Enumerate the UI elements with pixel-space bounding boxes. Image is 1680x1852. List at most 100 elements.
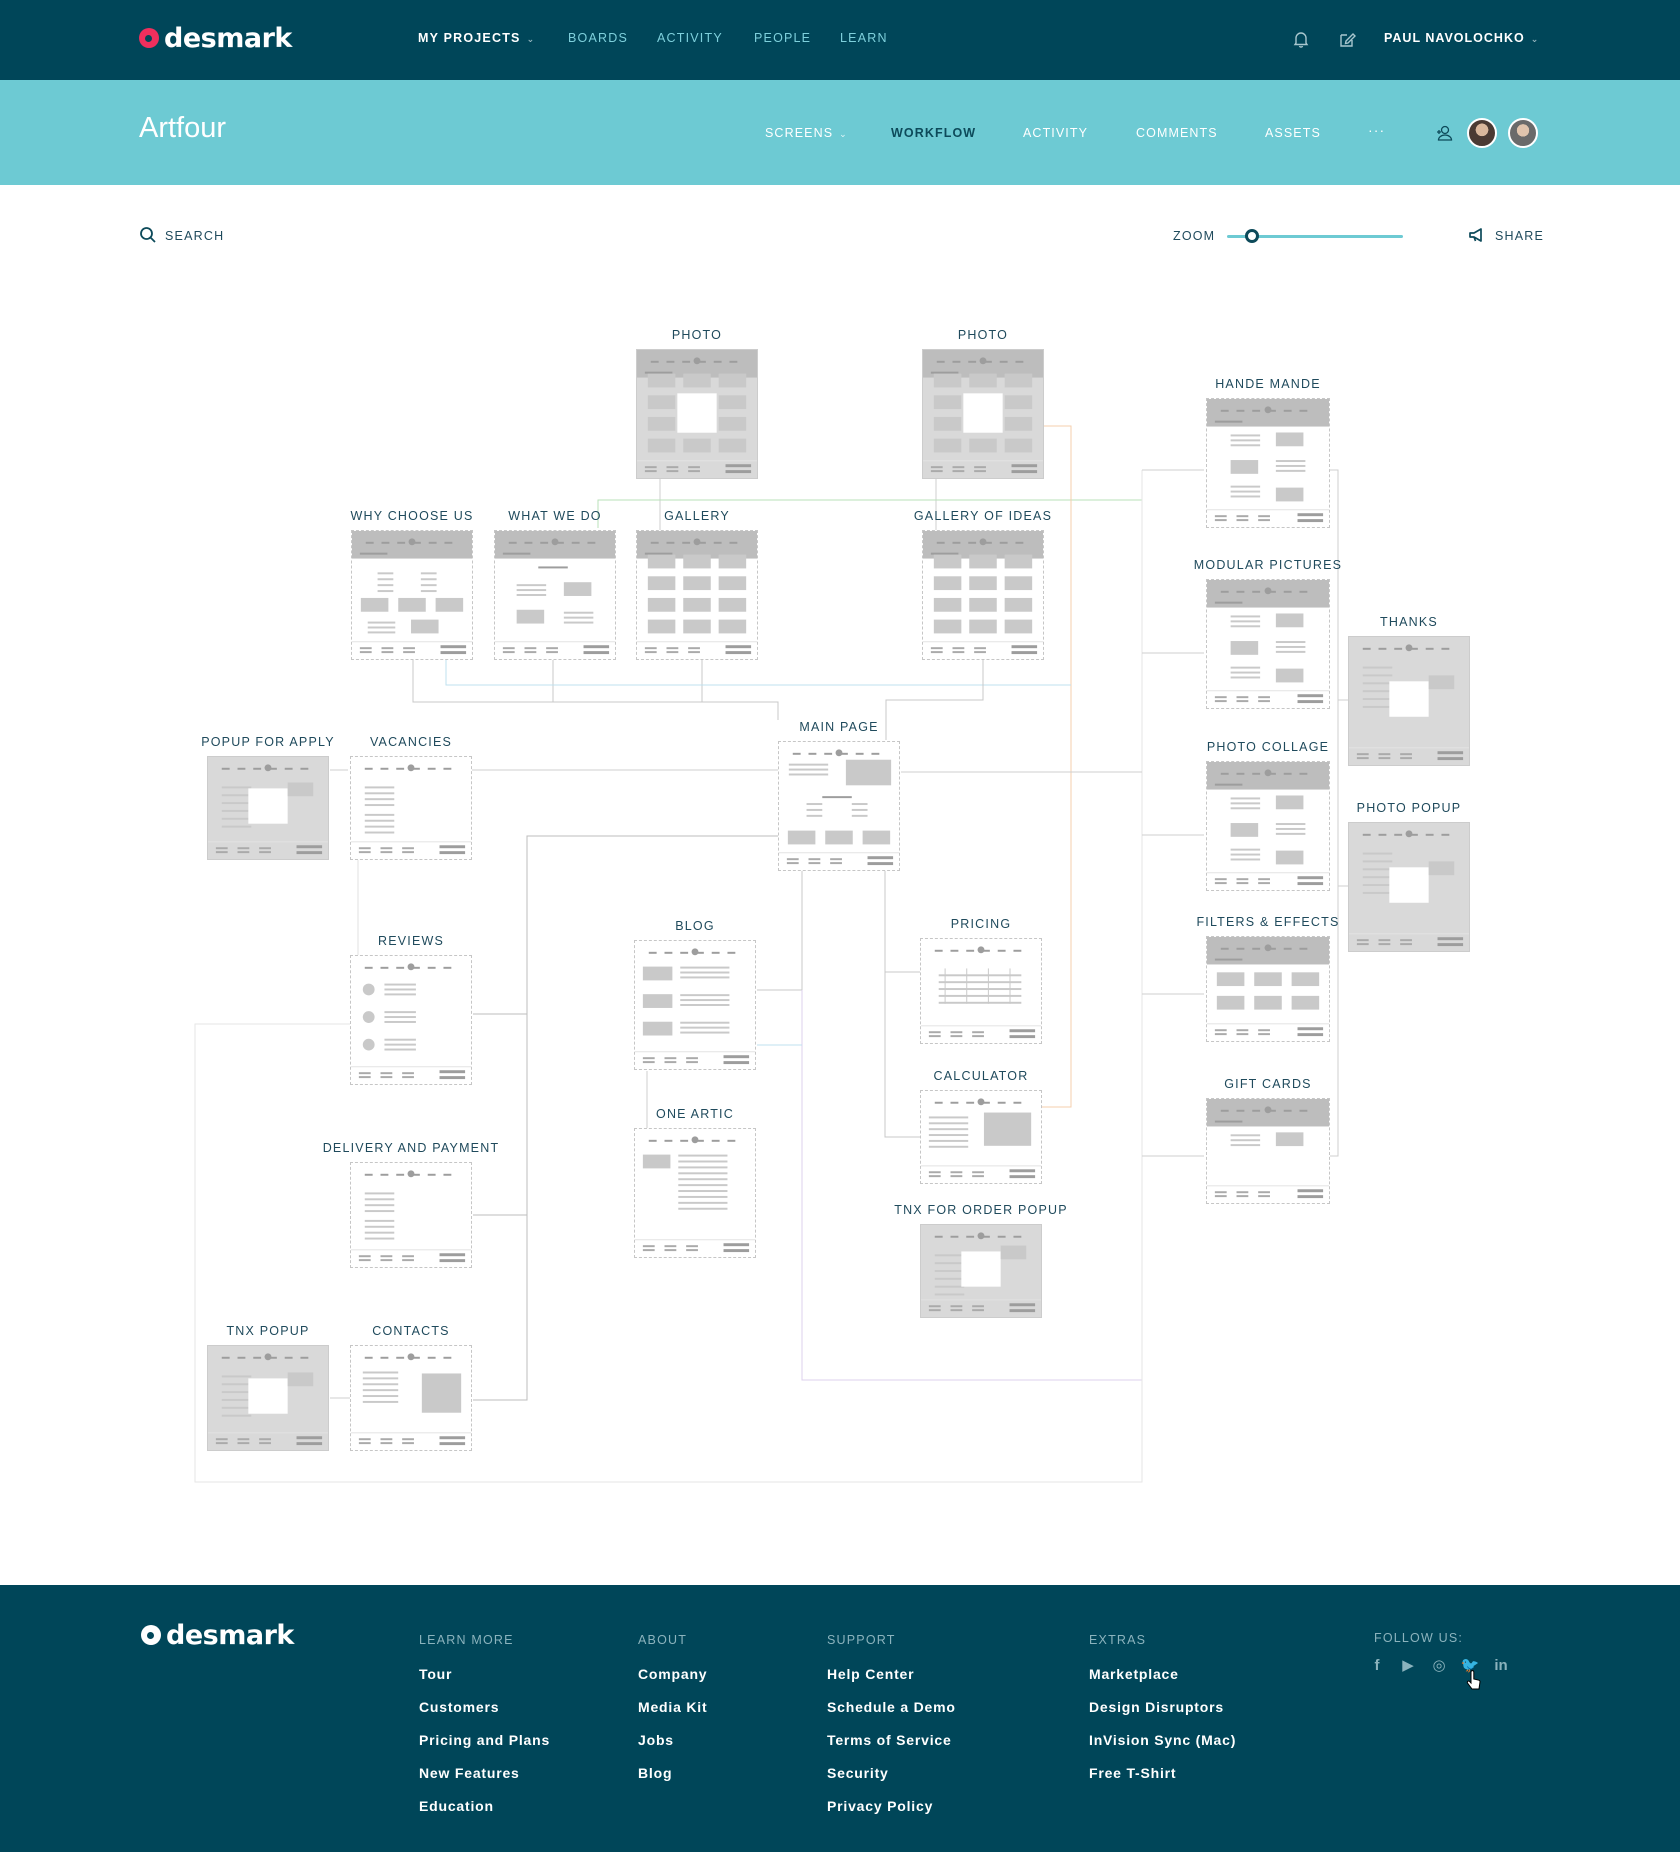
screen-thumbnail[interactable]: [778, 741, 900, 871]
footer-link[interactable]: Media Kit: [638, 1699, 707, 1715]
screen-label: REVIEWS: [377, 934, 445, 948]
chevron-down-icon: ⌄: [526, 34, 536, 44]
nav-my-projects-label: MY PROJECTS: [418, 31, 521, 45]
screen-thumbnail[interactable]: [351, 530, 473, 660]
screen-thumbnail[interactable]: [207, 1345, 329, 1451]
zoom-slider-handle[interactable]: [1244, 229, 1259, 243]
footer-link[interactable]: Help Center: [827, 1666, 914, 1682]
nav-boards[interactable]: BOARDS: [568, 31, 628, 45]
screen-thumbnail[interactable]: [207, 756, 329, 860]
screen-blog[interactable]: BLOG: [634, 919, 756, 1070]
screen-photo-collage[interactable]: PHOTO COLLAGE: [1206, 740, 1330, 891]
screen-thumbnail[interactable]: [1206, 579, 1330, 709]
screen-gift-cards[interactable]: GIFT CARDS: [1206, 1077, 1330, 1204]
pointer-cursor-icon: [1466, 1670, 1482, 1692]
avatar[interactable]: [1508, 118, 1538, 148]
nav-learn[interactable]: LEARN: [840, 31, 888, 45]
footer-link[interactable]: Security: [827, 1765, 889, 1781]
screen-thumbnail[interactable]: [634, 940, 756, 1070]
screen-photo-2[interactable]: PHOTO: [922, 328, 1044, 479]
youtube-icon[interactable]: ▶: [1398, 1656, 1418, 1676]
screen-tnx-popup[interactable]: TNX POPUP: [207, 1324, 329, 1451]
screen-thumbnail[interactable]: [494, 530, 616, 660]
user-menu[interactable]: PAUL NAVOLOCHKO ⌄: [1384, 31, 1539, 45]
footer-link[interactable]: Customers: [419, 1699, 499, 1715]
tab-comments[interactable]: COMMENTS: [1136, 126, 1218, 140]
bell-icon[interactable]: [1290, 28, 1312, 50]
screen-tnx-for-order-popup[interactable]: TNX FOR ORDER POPUP: [894, 1203, 1067, 1318]
nav-people[interactable]: PEOPLE: [754, 31, 811, 45]
top-navigation-bar: desmark MY PROJECTS ⌄ BOARDS ACTIVITY PEO…: [0, 0, 1680, 80]
screen-thumbnail[interactable]: [1206, 936, 1330, 1042]
footer-link[interactable]: Blog: [638, 1765, 672, 1781]
screen-thumbnail[interactable]: [1348, 822, 1470, 952]
search-icon[interactable]: [139, 226, 157, 244]
footer-link[interactable]: Privacy Policy: [827, 1798, 933, 1814]
avatar[interactable]: [1467, 118, 1497, 148]
screen-thumbnail[interactable]: [350, 1162, 472, 1268]
facebook-icon[interactable]: f: [1367, 1656, 1387, 1676]
footer-link[interactable]: Company: [638, 1666, 707, 1682]
screen-photo-1[interactable]: PHOTO: [636, 328, 758, 479]
screen-thumbnail[interactable]: [350, 756, 472, 860]
screen-thumbnail[interactable]: [1206, 761, 1330, 891]
screen-label: CONTACTS: [372, 1324, 450, 1338]
footer-link[interactable]: Design Disruptors: [1089, 1699, 1224, 1715]
instagram-icon[interactable]: ◎: [1429, 1656, 1449, 1676]
screen-hande-mande[interactable]: HANDE MANDE: [1206, 377, 1330, 528]
desmark-logo[interactable]: desmark: [139, 20, 292, 56]
screen-main-page[interactable]: MAIN PAGE: [778, 720, 900, 871]
screen-reviews[interactable]: REVIEWS: [350, 934, 472, 1085]
screen-filters-effects[interactable]: FILTERS & EFFECTS: [1196, 915, 1338, 1042]
share-button[interactable]: SHARE: [1495, 229, 1544, 243]
footer-desmark-logo[interactable]: desmark: [141, 1617, 294, 1653]
linkedin-icon[interactable]: in: [1491, 1656, 1511, 1676]
search-button[interactable]: SEARCH: [165, 229, 224, 243]
screen-thumbnail[interactable]: [1206, 398, 1330, 528]
screen-modular-pictures[interactable]: MODULAR PICTURES: [1194, 558, 1341, 709]
tab-assets[interactable]: ASSETS: [1265, 126, 1321, 140]
footer-link[interactable]: New Features: [419, 1765, 520, 1781]
screen-why-choose-us[interactable]: WHY CHOOSE US: [350, 509, 473, 660]
nav-activity[interactable]: ACTIVITY: [657, 31, 723, 45]
footer-link[interactable]: Pricing and Plans: [419, 1732, 550, 1748]
screen-thumbnail[interactable]: [922, 349, 1044, 479]
screen-gallery[interactable]: GALLERY: [636, 509, 758, 660]
screen-delivery-and-payment[interactable]: DELIVERY AND PAYMENT: [323, 1141, 498, 1268]
screen-popup-for-apply[interactable]: POPUP FOR APPLY: [201, 735, 334, 860]
screen-thumbnail[interactable]: [636, 530, 758, 660]
screen-gallery-of-ideas[interactable]: GALLERY OF IDEAS: [914, 509, 1051, 660]
screen-what-we-do[interactable]: WHAT WE DO: [494, 509, 616, 660]
tab-activity[interactable]: ACTIVITY: [1023, 126, 1088, 140]
footer-link[interactable]: Education: [419, 1798, 494, 1814]
screen-thumbnail[interactable]: [350, 1345, 472, 1451]
footer-link[interactable]: Terms of Service: [827, 1732, 952, 1748]
more-tabs-button[interactable]: ···: [1368, 122, 1385, 138]
screen-pricing[interactable]: PRICING: [920, 917, 1042, 1044]
screen-thumbnail[interactable]: [1206, 1098, 1330, 1204]
screen-vacancies[interactable]: VACANCIES: [350, 735, 472, 860]
screen-thumbnail[interactable]: [636, 349, 758, 479]
screen-thumbnail[interactable]: [920, 1090, 1042, 1184]
tab-workflow[interactable]: WORKFLOW: [891, 126, 976, 140]
nav-my-projects[interactable]: MY PROJECTS ⌄: [418, 31, 535, 45]
screen-one-artic[interactable]: ONE ARTIC: [634, 1107, 756, 1258]
footer-link[interactable]: Tour: [419, 1666, 452, 1682]
screen-thumbnail[interactable]: [922, 530, 1044, 660]
screen-thumbnail[interactable]: [920, 1224, 1042, 1318]
footer-link[interactable]: InVision Sync (Mac): [1089, 1732, 1236, 1748]
footer-link[interactable]: Jobs: [638, 1732, 674, 1748]
screen-photo-popup[interactable]: PHOTO POPUP: [1348, 801, 1470, 952]
screen-thumbnail[interactable]: [634, 1128, 756, 1258]
footer-link[interactable]: Schedule a Demo: [827, 1699, 956, 1715]
screen-thumbnail[interactable]: [350, 955, 472, 1085]
footer-link[interactable]: Free T-Shirt: [1089, 1765, 1176, 1781]
megaphone-icon[interactable]: [1468, 226, 1486, 244]
screen-calculator[interactable]: CALCULATOR: [920, 1069, 1042, 1184]
add-user-icon[interactable]: [1434, 122, 1456, 144]
edit-icon[interactable]: [1336, 28, 1358, 50]
tab-screens[interactable]: SCREENS ⌄: [765, 126, 848, 140]
screen-contacts[interactable]: CONTACTS: [350, 1324, 472, 1451]
footer-link[interactable]: Marketplace: [1089, 1666, 1179, 1682]
screen-thumbnail[interactable]: [920, 938, 1042, 1044]
